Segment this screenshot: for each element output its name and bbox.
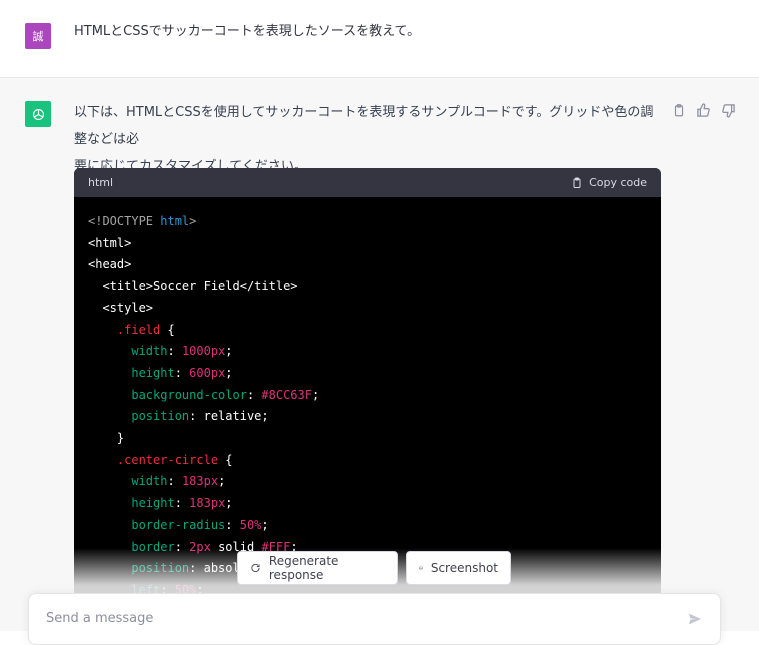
code-line: <!DOCTYPE html> [88,211,647,233]
code-language-label: html [88,176,114,189]
code-line: border-radius: 50%; [88,515,647,537]
code-token: position [131,409,190,424]
code-line: <style> [88,298,647,320]
code-token: border-radius [131,517,226,532]
code-token: <head> [88,257,132,272]
user-message-row: 誠 HTMLとCSSでサッカーコートを表現したソースを教えて。 [0,0,759,78]
code-token: > [189,214,197,228]
user-message-text: HTMLとCSSでサッカーコートを表現したソースを教えて。 [74,24,421,39]
code-token: : [246,387,262,402]
code-block: html Copy code <!DOCTYPE html> <html> <hea… [74,168,661,608]
code-token: 1000px [181,344,226,359]
code-token: : [167,344,182,359]
code-token: .field [116,322,161,337]
assistant-avatar [25,101,51,127]
code-token: } [88,431,125,446]
code-token: 600px [189,365,226,380]
composer [28,593,721,645]
code-line: .center-circle { [88,450,647,472]
code-token: 50% [239,517,262,532]
code-token: : [174,365,190,380]
code-line: <title>Soccer Field</title> [88,276,647,298]
screenshot-button[interactable]: Screenshot [406,551,511,585]
code-line: } [88,428,647,450]
clipboard-icon [573,177,581,188]
code-line: .field { [88,320,647,342]
send-button[interactable] [686,610,704,628]
code-line: background-color: #8CC63F; [88,385,647,407]
code-token: 183px [189,496,226,511]
code-line: height: 183px; [88,493,647,515]
code-token: ; [261,517,269,532]
code-token: { [218,452,233,467]
screenshot-label: Screenshot [430,561,498,575]
code-token: ; [311,387,320,402]
openai-logo-icon [32,108,44,120]
code-token: <!DOCTYPE [88,214,161,228]
thumbs-down-icon[interactable] [720,102,737,119]
send-icon [689,613,701,625]
code-token: : [167,474,182,489]
code-token: ; [218,474,226,489]
code-token: : [225,517,240,532]
regenerate-label: Regenerate response [268,554,339,582]
code-line: height: 600px; [88,363,647,385]
code-token: ; [225,344,233,359]
code-block-header: html Copy code [74,168,661,197]
code-token: background-color [131,387,247,402]
code-token: html [160,214,190,228]
code-token: </title> [239,279,298,294]
code-line: width: 1000px; [88,341,647,363]
regenerate-response-button[interactable]: Regenerate response [237,551,398,585]
code-token: <title> [88,279,154,294]
code-token: <style> [88,300,154,315]
code-line: <head> [88,254,647,276]
code-token: Soccer Field [153,279,240,294]
refresh-icon [251,563,260,573]
code-token: height [131,496,175,511]
code-token: width [131,344,168,359]
code-token: 183px [181,474,219,489]
message-actions [670,102,737,119]
code-token: : [174,496,190,511]
copy-code-label: Copy code [589,176,647,189]
code-token: .center-circle [116,452,219,467]
user-avatar: 誠 [25,23,51,49]
copy-code-button[interactable]: Copy code [571,176,647,190]
code-token: height [131,365,175,380]
image-icon [419,566,423,570]
assistant-intro-line-1: 以下は、HTMLとCSSを使用してサッカーコートを表現するサンプルコードです。グ… [74,105,654,147]
code-token: { [160,322,175,337]
code-content: <!DOCTYPE html> <html> <head> <title>Socce… [74,197,661,602]
code-token: ; [225,365,233,380]
code-token: #8CC63F [261,387,312,402]
code-line: width: 183px; [88,471,647,493]
code-token: width [131,474,168,489]
code-token: : relative; [189,409,269,424]
code-line: <html> [88,233,647,255]
code-token: ; [225,496,233,511]
clipboard-icon[interactable] [670,102,687,119]
code-token: <html> [88,235,132,250]
code-line: position: relative; [88,406,647,428]
thumbs-up-icon[interactable] [695,102,712,119]
message-input[interactable] [44,610,648,627]
